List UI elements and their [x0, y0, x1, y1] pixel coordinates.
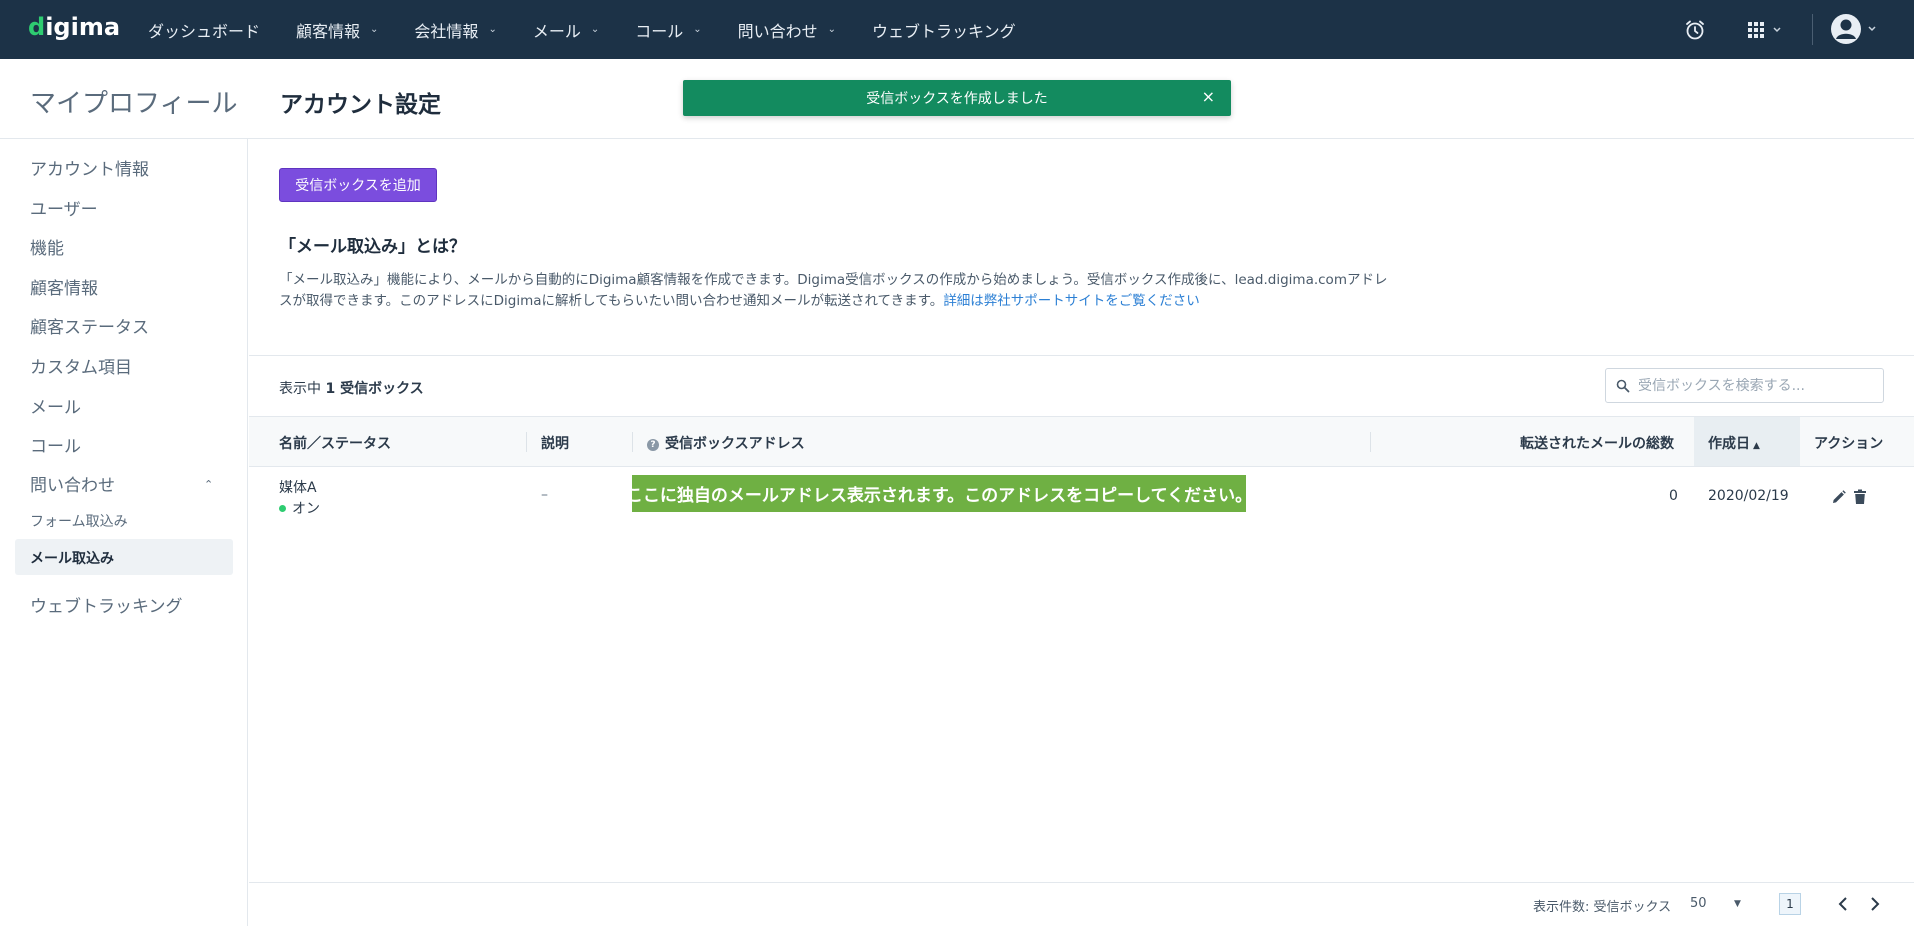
- close-icon[interactable]: ×: [1202, 88, 1215, 106]
- column-header-address[interactable]: ? 受信ボックスアドレス: [647, 433, 805, 453]
- sidebar-item-users[interactable]: ユーザー: [30, 195, 98, 220]
- sidebar-item-web-tracking[interactable]: ウェブトラッキング: [30, 592, 183, 617]
- digima-logo[interactable]: digima: [28, 13, 120, 41]
- column-header-created[interactable]: 作成日 ▲: [1708, 433, 1760, 453]
- nav-item-companies[interactable]: 会社情報 ⌄: [396, 0, 514, 59]
- sidebar-subitem-form-import[interactable]: フォーム取込み: [30, 511, 128, 531]
- trash-icon[interactable]: [1853, 489, 1867, 505]
- nav-item-dashboard[interactable]: ダッシュボード: [130, 0, 278, 59]
- section-title: マイプロフィール: [30, 89, 238, 119]
- chevron-down-icon: ⌄: [488, 24, 497, 35]
- sidebar-item-account-info[interactable]: アカウント情報: [30, 155, 149, 180]
- success-toast: 受信ボックスを作成しました ×: [683, 80, 1231, 116]
- page-number-current[interactable]: 1: [1779, 893, 1801, 915]
- edit-pencil-icon[interactable]: [1831, 489, 1847, 505]
- sidebar-item-customers[interactable]: 顧客情報: [30, 274, 98, 299]
- nav-item-mail[interactable]: メール ⌄: [515, 0, 617, 59]
- inbox-mail-count: 0: [1669, 488, 1678, 504]
- column-separator: [1370, 432, 1371, 452]
- inbox-search[interactable]: [1605, 368, 1884, 403]
- column-separator: [632, 432, 633, 452]
- nav-item-call[interactable]: コール ⌄: [617, 0, 719, 59]
- table-header: 名前／ステータス 説明 ? 受信ボックスアドレス 転送されたメールの総数 作成日 ▲…: [249, 416, 1914, 467]
- sidebar-item-custom-fields[interactable]: カスタム項目: [30, 353, 132, 378]
- top-nav: digima ダッシュボード 顧客情報 ⌄ 会社情報 ⌄ メール ⌄ コール ⌄ 問い合…: [0, 0, 1914, 59]
- sidebar-item-call[interactable]: コール: [30, 432, 81, 457]
- inbox-description: –: [541, 487, 548, 503]
- divider: [249, 355, 1914, 356]
- support-site-link[interactable]: 詳細は弊社サポートサイトをご覧ください: [943, 293, 1200, 309]
- apps-grid-icon[interactable]: [1746, 19, 1790, 41]
- result-count: 表示中 1 受信ボックス: [279, 381, 424, 397]
- inbox-address-note: ここに独自のメールアドレス表示されます。このアドレスをコピーしてください。: [626, 475, 1252, 512]
- per-page-label: 表示件数: 受信ボックス: [1533, 900, 1672, 915]
- search-icon: [1616, 379, 1630, 392]
- chevron-down-icon: ⌄: [370, 24, 379, 35]
- mail-import-description: 「メール取込み」機能により、メールから自動的にDigima顧客情報を作成できます…: [279, 272, 1388, 309]
- nav-item-customers[interactable]: 顧客情報 ⌄: [278, 0, 396, 59]
- user-avatar-icon[interactable]: [1830, 13, 1880, 45]
- chevron-right-icon[interactable]: [1868, 894, 1882, 914]
- sidebar-item-customer-status[interactable]: 顧客ステータス: [30, 313, 149, 338]
- mail-import-heading: 「メール取込み」とは？: [279, 237, 466, 257]
- toast-message: 受信ボックスを作成しました: [866, 91, 1048, 107]
- column-header-actions: アクション: [1814, 436, 1884, 452]
- status-on-dot-icon: [279, 504, 286, 512]
- add-inbox-button[interactable]: 受信ボックスを追加: [279, 168, 437, 202]
- inbox-created-date: 2020/02/19: [1708, 488, 1789, 504]
- sidebar-subitem-label: メール取込み: [30, 551, 114, 567]
- sidebar-item-inquiries[interactable]: 問い合わせ: [30, 471, 115, 496]
- footer-divider: [249, 882, 1914, 883]
- per-page-select[interactable]: 50: [1690, 896, 1707, 911]
- chevron-down-icon: ⌄: [590, 24, 600, 35]
- help-icon[interactable]: ?: [647, 439, 659, 451]
- chevron-up-icon[interactable]: ⌃: [204, 478, 213, 491]
- sort-asc-icon: ▲: [1753, 441, 1760, 451]
- inbox-status: オン: [279, 498, 320, 518]
- chevron-left-icon[interactable]: [1836, 894, 1850, 914]
- caret-down-icon[interactable]: ▼: [1734, 899, 1741, 909]
- search-input[interactable]: [1638, 377, 1868, 394]
- column-header-name[interactable]: 名前／ステータス: [279, 433, 391, 453]
- alarm-clock-icon[interactable]: [1684, 19, 1706, 41]
- chevron-down-icon: ⌄: [693, 24, 702, 35]
- nav-item-inquiries[interactable]: 問い合わせ ⌄: [720, 0, 854, 59]
- inbox-name[interactable]: 媒体A: [279, 477, 317, 497]
- nav-divider: [1812, 14, 1813, 45]
- column-separator: [526, 432, 527, 452]
- column-header-description[interactable]: 説明: [541, 433, 569, 453]
- column-header-total-mails[interactable]: 転送されたメールの総数: [1520, 433, 1674, 453]
- settings-sidebar: アカウント情報 ユーザー 機能 顧客情報 顧客ステータス カスタム項目 メール …: [0, 139, 248, 926]
- chevron-down-icon: ⌄: [827, 24, 837, 35]
- sidebar-item-mail[interactable]: メール: [30, 393, 81, 418]
- page-title: アカウント設定: [280, 92, 441, 118]
- sidebar-item-features[interactable]: 機能: [30, 234, 64, 259]
- main-nav: ダッシュボード 顧客情報 ⌄ 会社情報 ⌄ メール ⌄ コール ⌄ 問い合わせ ⌄ ウェブ…: [130, 0, 1034, 59]
- sidebar-subitem-mail-import[interactable]: メール取込み: [15, 539, 233, 575]
- nav-item-web-tracking[interactable]: ウェブトラッキング: [854, 0, 1034, 59]
